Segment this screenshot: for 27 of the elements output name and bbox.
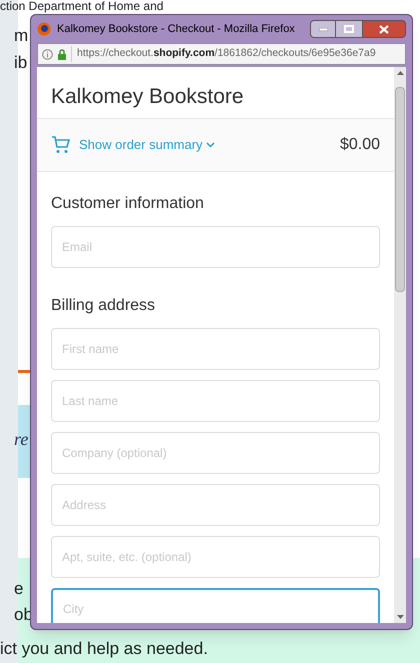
lock-icon xyxy=(57,48,67,60)
url-text: https://checkout.shopify.com/1861862/checkouts/6e95e36e7a9 xyxy=(71,46,376,62)
window-title: Kalkomey Bookstore - Checkout - Mozilla Firefox xyxy=(57,22,295,37)
browser-logo-icon xyxy=(37,22,51,36)
page-text: ict you and help as needed. xyxy=(0,640,208,657)
page-text: m xyxy=(14,27,28,44)
scroll-up-icon xyxy=(396,71,404,75)
maximize-button[interactable] xyxy=(336,20,362,38)
page-text: ction Department of Home and xyxy=(0,0,164,12)
close-button[interactable] xyxy=(362,20,406,38)
section-heading: Billing address xyxy=(51,296,156,316)
chevron-down-icon xyxy=(206,142,215,148)
scroll-down-icon xyxy=(396,615,404,619)
page-text: e xyxy=(14,580,24,597)
address-bar[interactable]: https://checkout.shopify.com/1861862/checkouts/6e95e36e7a9 xyxy=(37,43,406,65)
page-text: ib xyxy=(14,54,28,71)
order-total: $0.00 xyxy=(340,135,380,155)
cart-icon xyxy=(51,136,71,154)
maximize-icon xyxy=(344,25,354,33)
scrollbar-thumb[interactable] xyxy=(395,87,405,292)
minimize-icon xyxy=(318,28,328,30)
close-icon xyxy=(379,24,389,34)
info-icon xyxy=(42,48,53,60)
section-heading: Customer information xyxy=(51,194,205,214)
scrollbar[interactable] xyxy=(394,67,406,623)
page-text: re xyxy=(14,430,28,448)
minimize-button[interactable] xyxy=(310,20,336,38)
